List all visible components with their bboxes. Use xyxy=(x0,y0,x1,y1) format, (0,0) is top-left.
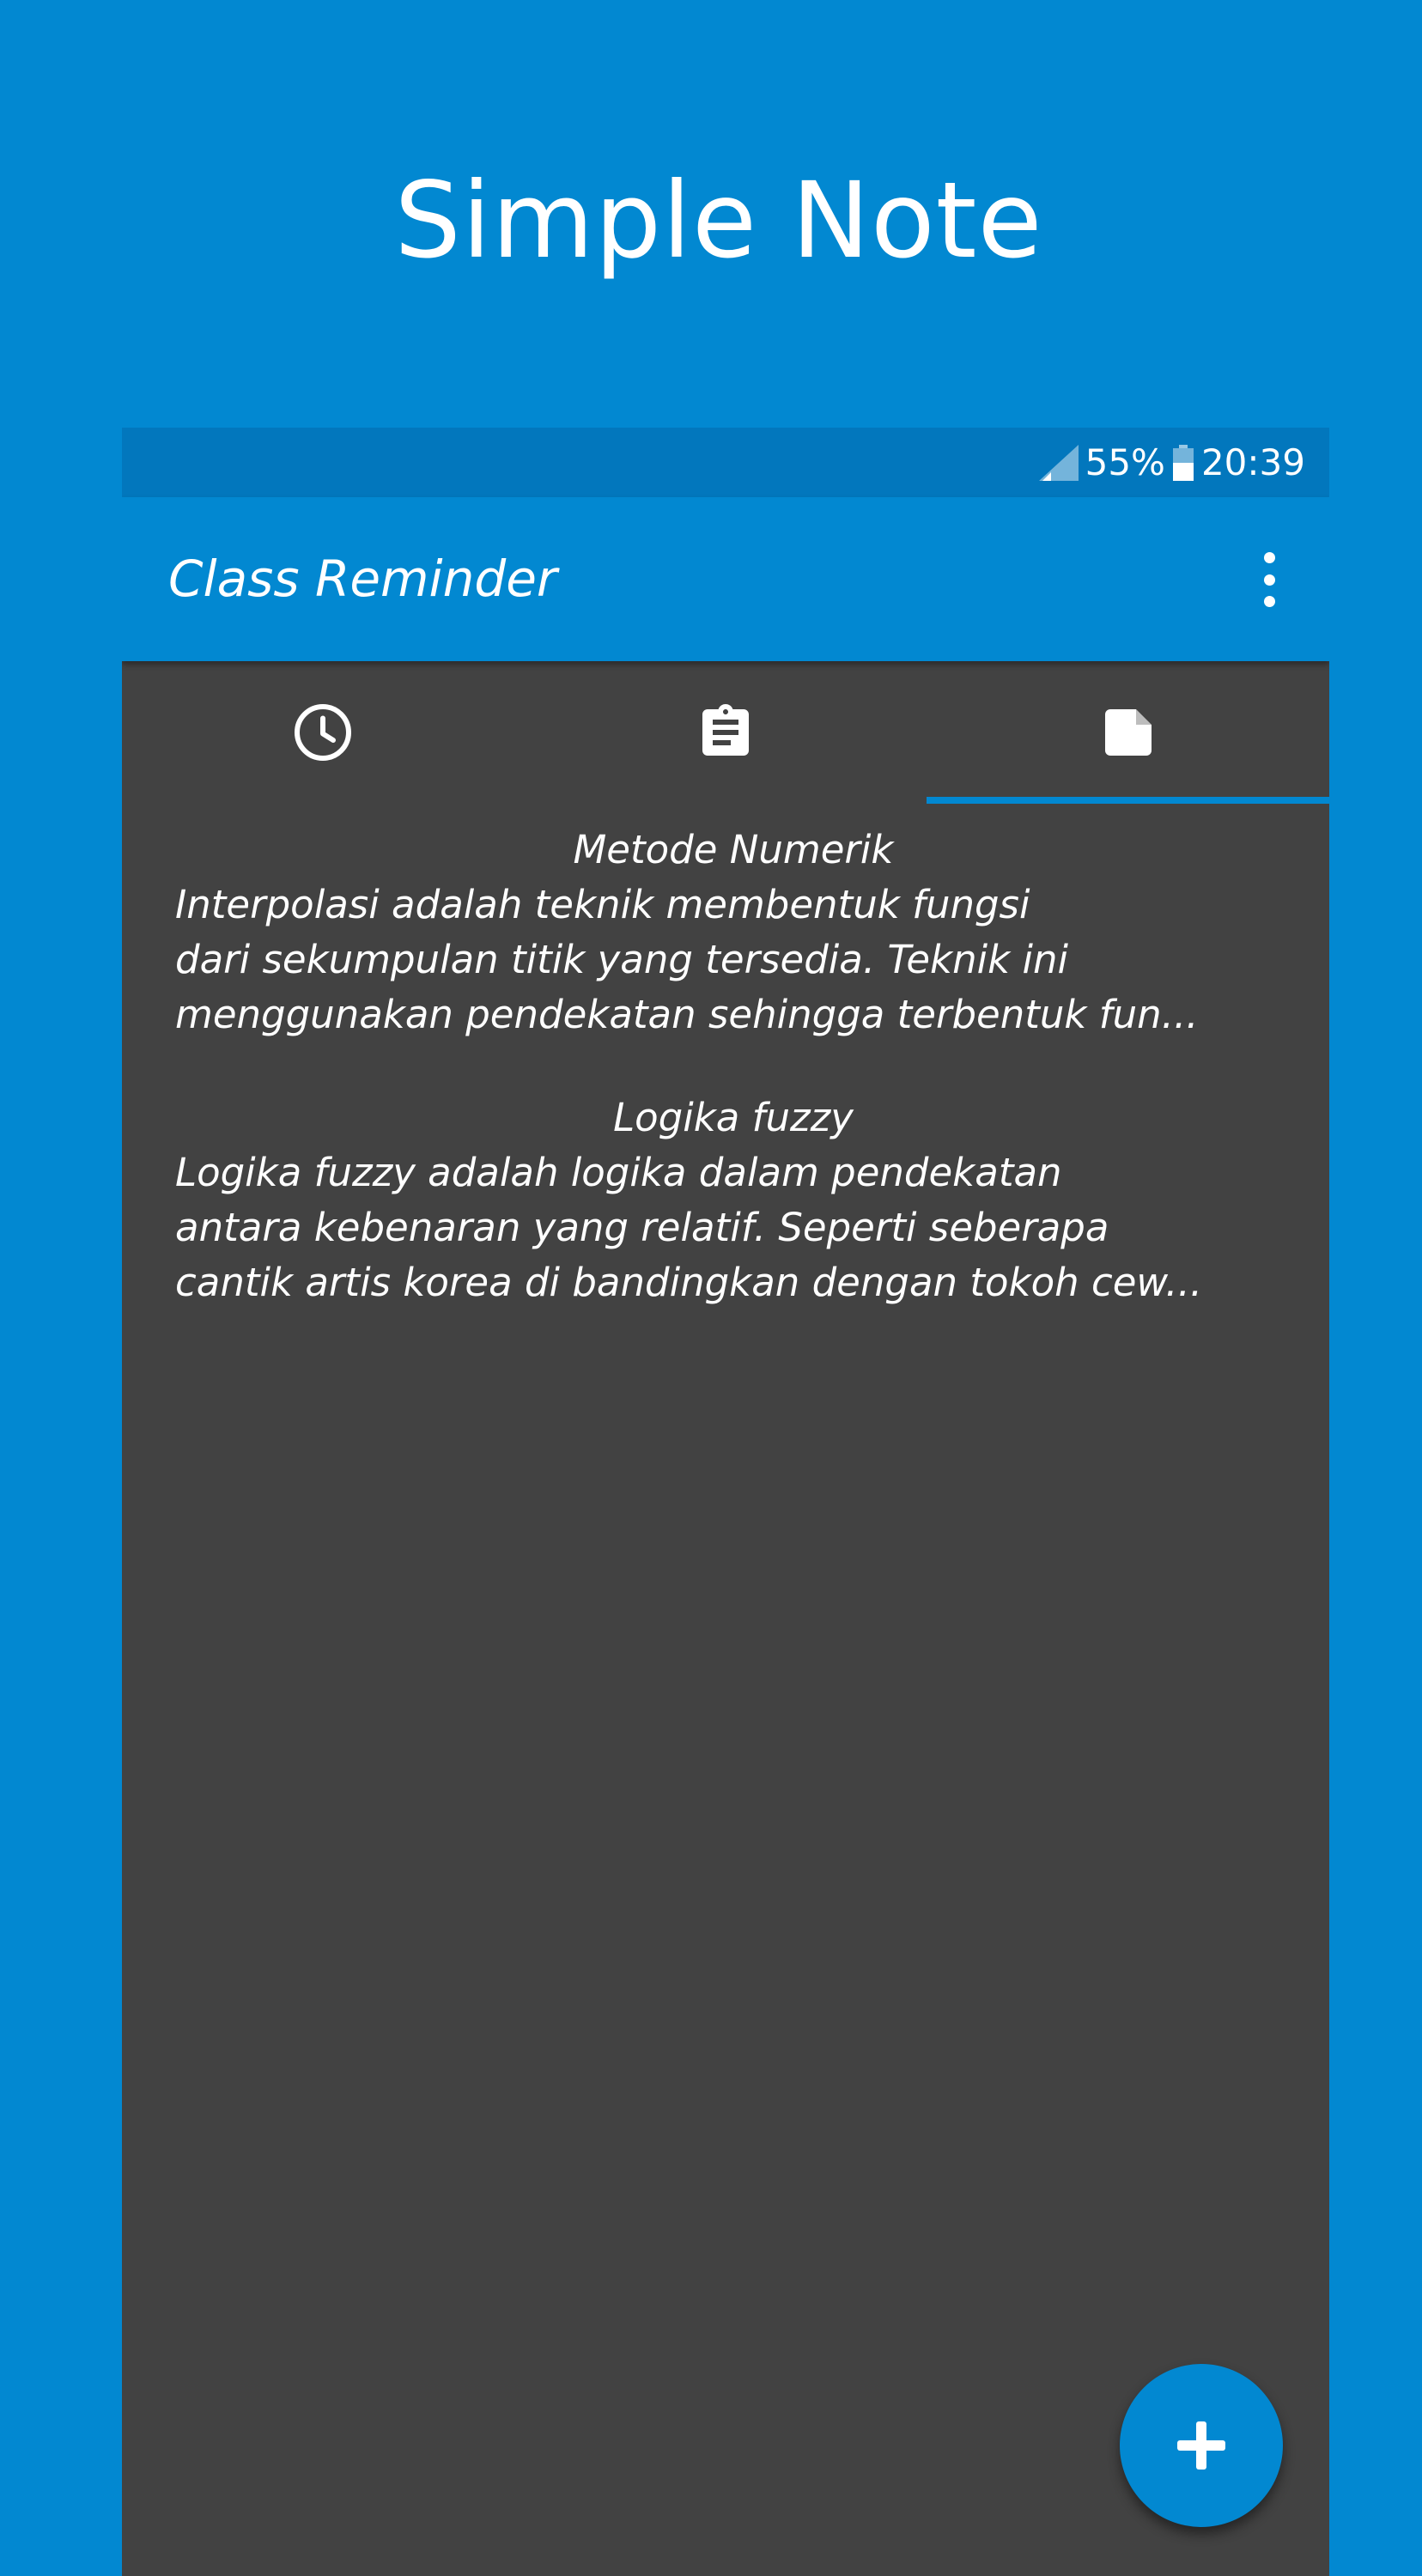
clock-icon xyxy=(292,702,354,763)
note-body-line: dari sekumpulan titik yang tersedia. Tek… xyxy=(175,937,1069,982)
app-title: Class Reminder xyxy=(168,550,557,608)
status-icons: 55% 20:39 xyxy=(1038,428,1305,497)
tab-notes[interactable] xyxy=(927,661,1329,804)
note-title: Metode Numerik xyxy=(573,827,894,872)
status-time: 20:39 xyxy=(1200,441,1305,483)
note-body-line: Logika fuzzy adalah logika dalam pendeka… xyxy=(175,1150,1062,1195)
overflow-dot xyxy=(1263,596,1275,607)
tab-bar xyxy=(122,661,1329,804)
note-title: Logika fuzzy xyxy=(613,1095,854,1140)
note-body-line: Interpolasi adalah teknik membentuk fung… xyxy=(175,882,1030,927)
phone-screen: 55% 20:39 Class Reminder Metode Numerik … xyxy=(122,428,1329,2576)
battery-percent: 55% xyxy=(1085,441,1165,483)
signal-icon xyxy=(1038,444,1079,481)
note-body-line: cantik artis korea di bandingkan dengan … xyxy=(175,1260,1203,1305)
tab-reminders[interactable] xyxy=(122,661,525,804)
notes-list: Metode Numerik Interpolasi adalah teknik… xyxy=(175,823,1291,1358)
note-item[interactable]: Metode Numerik Interpolasi adalah teknik… xyxy=(175,823,1291,1042)
add-icon xyxy=(1174,2418,1229,2473)
clipboard-icon xyxy=(695,702,757,763)
tab-tasks[interactable] xyxy=(525,661,927,804)
note-item[interactable]: Logika fuzzy Logika fuzzy adalah logika … xyxy=(175,1091,1291,1310)
overflow-dot xyxy=(1263,574,1275,586)
more-vertical-icon[interactable] xyxy=(1249,552,1290,607)
overflow-dot xyxy=(1263,552,1275,563)
note-icon xyxy=(1097,702,1159,763)
note-body-line: antara kebenaran yang relatif. Seperti s… xyxy=(175,1205,1109,1250)
promo-title: Simple Note xyxy=(394,160,1043,282)
app-bar: Class Reminder xyxy=(122,497,1329,661)
tab-indicator xyxy=(927,797,1329,804)
battery-icon xyxy=(1172,444,1194,481)
add-note-button[interactable] xyxy=(1120,2364,1283,2527)
note-body-line: menggunakan pendekatan sehingga terbentu… xyxy=(175,992,1199,1037)
status-bar: 55% 20:39 xyxy=(122,428,1329,497)
